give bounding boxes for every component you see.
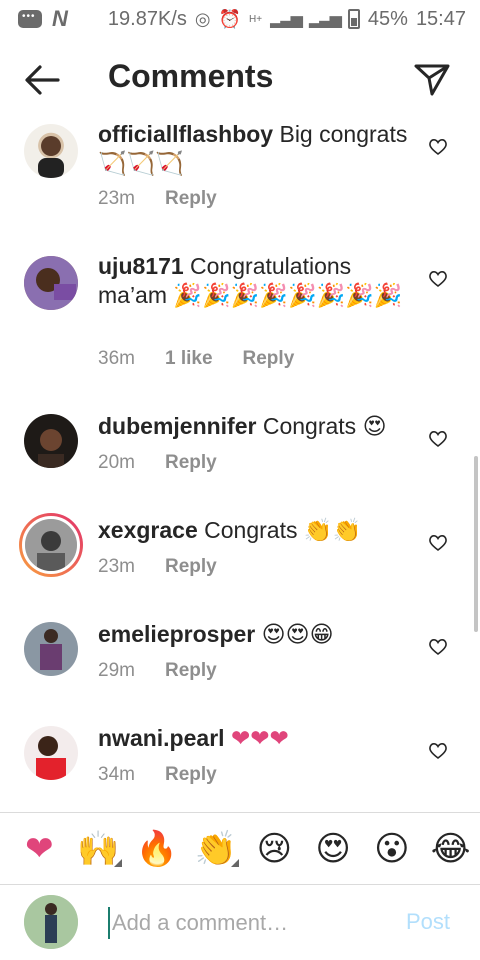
comment-username[interactable]: uju8171 [98,253,184,279]
avatar [22,516,80,574]
post-button[interactable]: Post [406,909,450,935]
comment-username[interactable]: nwani.pearl [98,725,225,751]
battery-icon [347,9,360,29]
comment-username[interactable]: officiallflashboy [98,121,273,147]
comment-body: dubemjennifer Congrats 😍 [98,412,413,441]
comment-body: uju8171 Congratulations ma’am 🎉🎉🎉🎉🎉🎉🎉🎉 [98,252,413,310]
comment-meta: 23m Reply [98,556,217,578]
message-notification-icon [18,10,42,28]
reply-button[interactable]: Reply [165,452,217,474]
comment-body: xexgrace Congrats 👏👏 [98,516,413,545]
app-notification-icon: N [52,6,68,31]
avatar[interactable] [24,622,78,676]
like-heart-icon[interactable] [428,534,448,552]
like-heart-icon[interactable] [428,430,448,448]
signal-icon: ▂▃▅ [270,11,303,28]
emoji-fire[interactable]: 🔥 [128,829,187,869]
comment-text: ❤❤❤ [230,725,289,751]
like-heart-icon[interactable] [428,638,448,656]
clock: 15:47 [415,7,466,30]
comment-input[interactable] [108,907,388,939]
reply-button[interactable]: Reply [243,348,295,370]
emoji-heart[interactable]: ❤ [10,829,69,869]
reply-button[interactable]: Reply [165,556,217,578]
like-heart-icon[interactable] [428,270,448,288]
emoji-crying[interactable]: 😢 [245,829,304,869]
comment-composer: Post [0,884,480,960]
comment-text: Congrats 👏👏 [204,517,362,543]
comment-username[interactable]: emelieprosper [98,621,255,647]
emoji-surprised[interactable]: 😮 [363,829,422,869]
comment-body: nwani.pearl ❤❤❤ [98,724,413,753]
quick-emoji-bar: ❤ 🙌 🔥 👏 😢 😍 😮 😂 [0,812,480,884]
battery-level: 45% [367,7,408,30]
comment-meta: 23m Reply [98,188,217,210]
direct-send-icon[interactable] [412,60,452,100]
comment-text: 😍😍😁 [261,621,334,647]
comment-text: Congrats 😍 [262,413,387,439]
reply-button[interactable]: Reply [165,188,217,210]
comment-meta: 34m Reply [98,764,217,786]
emoji-heart-eyes[interactable]: 😍 [304,829,363,869]
reply-button[interactable]: Reply [165,764,217,786]
back-arrow-icon[interactable] [22,62,62,98]
comment-like-count[interactable]: 1 like [165,348,213,370]
story-avatar[interactable] [19,513,83,577]
page-title: Comments [108,58,274,94]
header: Comments [0,40,480,120]
scrollbar[interactable] [474,456,478,632]
hotspot-icon: ◎ [194,8,211,29]
signal-icon-2: ▂▃▅ [308,11,342,28]
status-bar: N 19.87K/s ◎ ⏰ H+ ▂▃▅ ▂▃▅ 45% 15:47 [0,0,480,38]
comment-time: 23m [98,188,135,209]
like-heart-icon[interactable] [428,742,448,760]
avatar[interactable] [24,726,78,780]
comment-username[interactable]: dubemjennifer [98,413,256,439]
comment-meta: 36m 1 like Reply [98,348,294,370]
comment-meta: 29m Reply [98,660,217,682]
comment-username[interactable]: xexgrace [98,517,198,543]
comment-time: 20m [98,452,135,473]
alarm-icon: ⏰ [218,8,241,29]
comment-time: 29m [98,660,135,681]
emoji-laughing[interactable]: 😂 [421,829,480,869]
emoji-raised-hands[interactable]: 🙌 [69,829,128,869]
comment-body: officiallflashboy Big congrats 🏹🏹🏹 [98,120,413,178]
avatar[interactable] [24,256,78,310]
network-speed: 19.87K/s [107,7,187,30]
avatar[interactable] [24,414,78,468]
reply-button[interactable]: Reply [165,660,217,682]
skin-tone-indicator-icon [113,858,122,867]
avatar[interactable] [24,124,78,178]
my-avatar [24,895,78,949]
comment-body: emelieprosper 😍😍😁 [98,620,413,649]
comment-time: 34m [98,764,135,785]
comment-meta: 20m Reply [98,452,217,474]
emoji-clap[interactable]: 👏 [186,829,245,869]
comment-time: 23m [98,556,135,577]
network-type-badge: H+ [249,13,263,25]
comment-time: 36m [98,348,135,369]
like-heart-icon[interactable] [428,138,448,156]
skin-tone-indicator-icon [231,858,239,867]
